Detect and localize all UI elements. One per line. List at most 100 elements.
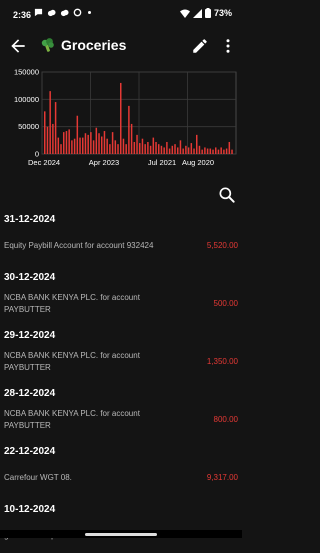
x-tick-label: Dec 2024 xyxy=(28,158,60,167)
transaction-row[interactable]: NCBA BANK KENYA PLC. for account PAYBUTT… xyxy=(0,287,242,321)
chart-bar xyxy=(168,148,171,154)
chart-bar xyxy=(139,143,141,154)
chart-bar xyxy=(114,140,117,154)
chart-bar xyxy=(54,102,57,154)
chart-bar xyxy=(206,148,209,154)
chart-bar xyxy=(215,147,217,154)
date-header: 10-12-2024 xyxy=(4,504,56,515)
search-icon[interactable] xyxy=(217,185,237,205)
chart-bar xyxy=(225,148,228,154)
status-bar: 2:36 73% xyxy=(0,0,242,28)
chart-bar xyxy=(149,145,152,154)
chart-bar xyxy=(231,149,233,154)
chart-bar xyxy=(209,148,212,154)
date-header: 30-12-2024 xyxy=(4,272,56,283)
status-time: 2:36 xyxy=(13,10,32,20)
chart-bar xyxy=(174,144,176,154)
chart-bar xyxy=(125,144,127,154)
chart-bar xyxy=(204,147,206,154)
cloud-notification-icon xyxy=(47,9,56,17)
transaction-row[interactable]: NCBA BANK KENYA PLC. for account PAYBUTT… xyxy=(0,403,242,437)
chart-bar xyxy=(63,132,65,154)
chart-bar xyxy=(79,137,81,154)
date-header: 29-12-2024 xyxy=(4,330,56,341)
chart-bar xyxy=(196,134,198,154)
spending-chart: 0 50000 100000 150000 Dec 2024 Apr 2023 Jul 20… xyxy=(0,64,242,176)
transaction-amount: 9,317.00 xyxy=(206,473,238,482)
page-title: Groceries xyxy=(61,37,127,53)
chart-bar xyxy=(60,144,62,154)
chart-bar xyxy=(144,144,146,154)
chart-bar xyxy=(141,138,144,154)
chart-bar xyxy=(228,141,231,154)
chart-bar xyxy=(136,134,138,154)
chart-bar xyxy=(147,141,149,154)
chart-bar xyxy=(101,136,103,154)
chart-bar xyxy=(92,140,95,154)
chart-bar xyxy=(198,145,201,154)
more-vert-icon[interactable] xyxy=(219,36,237,56)
chat-notification-icon xyxy=(34,8,43,17)
chart-bar xyxy=(155,141,157,154)
chart-bar xyxy=(49,91,51,154)
chart-bar xyxy=(46,126,49,154)
chart-bar xyxy=(179,140,182,154)
more-notifications-dot xyxy=(88,11,91,14)
chart-bar xyxy=(106,138,108,154)
chart-bar xyxy=(171,145,174,154)
chart-bar xyxy=(220,147,222,154)
transaction-amount: 800.00 xyxy=(213,415,238,424)
battery-icon xyxy=(204,8,211,18)
chart-bar xyxy=(217,149,220,154)
transaction-amount: 5,520.00 xyxy=(206,241,238,250)
x-tick-label: Apr 2023 xyxy=(89,158,119,167)
x-tick-label: Jul 2021 xyxy=(148,158,176,167)
chart-bar xyxy=(71,140,73,154)
transaction-description: NCBA BANK KENYA PLC. for account PAYBUTT… xyxy=(4,351,140,372)
signal-icon xyxy=(192,8,202,18)
transaction-description: NCBA BANK KENYA PLC. for account PAYBUTT… xyxy=(4,293,140,314)
notification-icons xyxy=(34,8,91,17)
chart-bar xyxy=(212,149,214,154)
chart-bar xyxy=(182,148,184,154)
y-tick-label: 150000 xyxy=(14,68,39,77)
chart-bar xyxy=(109,144,111,154)
sync-notification-icon xyxy=(73,8,82,17)
y-tick-label: 100000 xyxy=(14,95,39,104)
chart-bar xyxy=(158,144,160,154)
chart-bar xyxy=(128,105,130,154)
chart-bar xyxy=(95,127,98,154)
chart-bar xyxy=(73,138,76,154)
broccoli-icon xyxy=(41,38,54,52)
transaction-row[interactable]: NCBA BANK KENYA PLC. for account PAYBUTT… xyxy=(0,345,242,379)
bar-chart-svg: 050000100000150000Dec 2024 Apr 2023 Jul 20… xyxy=(14,68,237,167)
chart-bar xyxy=(223,149,225,154)
chart-bar xyxy=(57,137,60,154)
y-tick-label: 50000 xyxy=(18,122,39,131)
date-header: 22-12-2024 xyxy=(4,446,56,457)
chart-bar xyxy=(87,134,89,154)
chart-bar xyxy=(65,131,68,154)
app-bar: Groceries xyxy=(0,28,242,64)
chart-bar xyxy=(133,141,136,154)
transaction-row[interactable]: Equity Paybill Account for account 93242… xyxy=(0,229,242,263)
gesture-nav-bar xyxy=(0,530,242,538)
chart-bar xyxy=(152,137,155,154)
edit-pencil-icon[interactable] xyxy=(191,37,209,55)
chart-bar xyxy=(120,82,122,154)
transaction-row[interactable]: Carrefour WGT 08. 9,317.00 xyxy=(0,461,242,495)
chart-bar xyxy=(177,147,179,154)
chart-bar xyxy=(117,144,119,154)
x-tick-label: Aug 2020 xyxy=(182,158,214,167)
chart-bar xyxy=(90,132,92,154)
chart-bar xyxy=(163,147,165,154)
chart-bar xyxy=(166,141,168,154)
chart-bar xyxy=(44,111,46,154)
cloud-notification-icon xyxy=(60,9,69,17)
chart-bar xyxy=(193,148,195,154)
back-arrow-icon[interactable] xyxy=(8,36,28,56)
chart-bar xyxy=(122,138,125,154)
transaction-amount: 1,350.00 xyxy=(206,357,238,366)
date-header: 28-12-2024 xyxy=(4,388,56,399)
home-gesture-pill[interactable] xyxy=(85,533,157,536)
